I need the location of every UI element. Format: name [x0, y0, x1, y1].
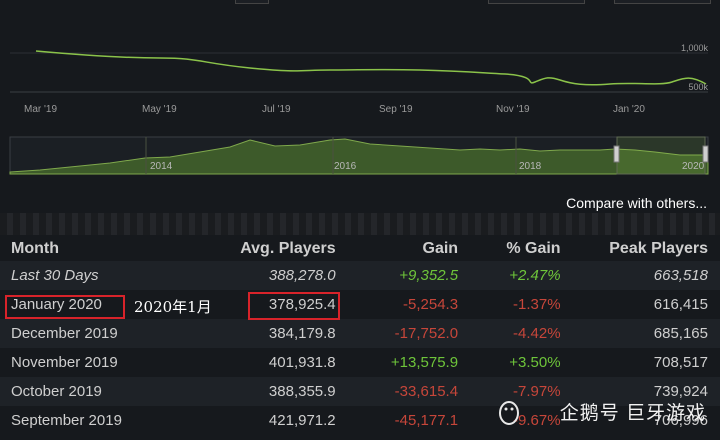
- compare-link[interactable]: Compare with others...: [566, 195, 707, 211]
- player-count-chart: 1,000k 500k Mar '19 May '19 Jul '19 Sep …: [0, 0, 720, 200]
- y-tick-label: 500k: [688, 82, 708, 92]
- cell-peak: 616,415: [653, 296, 708, 313]
- header-peak-players[interactable]: Peak Players: [561, 237, 720, 261]
- header-pct-gain[interactable]: % Gain: [458, 237, 560, 261]
- cell-avg: 378,925.4: [268, 296, 336, 313]
- x-tick-label: Mar '19: [24, 104, 58, 115]
- navigator-label: 2018: [519, 161, 542, 172]
- cell-pct: -4.42%: [513, 325, 561, 342]
- navigator-handle-left[interactable]: [613, 145, 620, 163]
- cell-avg: 388,278.0: [268, 267, 336, 284]
- table-row: January 2020 378,925.4 -5,254.3 -1.37% 6…: [0, 290, 720, 319]
- table-row: December 2019 384,179.8 -17,752.0 -4.42%…: [0, 319, 720, 348]
- y-tick-label: 1,000k: [680, 43, 708, 53]
- x-tick-label: May '19: [142, 104, 177, 115]
- cell-peak: 685,165: [653, 325, 708, 342]
- divider-band: [0, 213, 720, 235]
- table-row: Last 30 Days 388,278.0 +9,352.5 +2.47% 6…: [0, 261, 720, 290]
- x-tick-label: Sep '19: [379, 104, 413, 115]
- cell-avg: 421,971.2: [268, 412, 336, 429]
- table-row: November 2019 401,931.8 +13,575.9 +3.50%…: [0, 348, 720, 377]
- cell-month: September 2019: [11, 412, 122, 429]
- navigator-label: 2020: [682, 161, 705, 172]
- x-tick-label: Jul '19: [262, 104, 291, 115]
- cell-avg: 401,931.8: [268, 354, 336, 371]
- cell-avg: 388,355.9: [268, 383, 336, 400]
- cell-gain: -45,177.1: [394, 412, 459, 429]
- header-gain[interactable]: Gain: [336, 237, 459, 261]
- header-avg-players[interactable]: Avg. Players: [207, 237, 335, 261]
- cell-month: October 2019: [11, 383, 102, 400]
- x-tick-label: Jan '20: [613, 104, 645, 115]
- header-month[interactable]: Month: [0, 237, 207, 261]
- cell-gain: -33,615.4: [394, 383, 459, 400]
- cell-gain: -5,254.3: [403, 296, 459, 313]
- penguin-logo-icon: [499, 401, 519, 425]
- cell-pct: +2.47%: [509, 267, 561, 284]
- cell-month: December 2019: [11, 325, 118, 342]
- cell-pct: -1.37%: [513, 296, 561, 313]
- x-tick-label: Nov '19: [496, 104, 530, 115]
- navigator-label: 2014: [150, 161, 173, 172]
- cell-gain: -17,752.0: [394, 325, 459, 342]
- cell-peak: 663,518: [653, 267, 708, 284]
- annotation-label: 2020年1月: [134, 298, 212, 316]
- cell-pct: +3.50%: [509, 354, 561, 371]
- navigator-label: 2016: [334, 161, 357, 172]
- cell-month: Last 30 Days: [11, 267, 99, 284]
- cell-gain: +13,575.9: [390, 354, 459, 371]
- chart-svg: [9, 50, 709, 175]
- cell-month: November 2019: [11, 354, 118, 371]
- cell-gain: +9,352.5: [399, 267, 459, 284]
- cell-avg: 384,179.8: [268, 325, 336, 342]
- cell-peak: 708,517: [653, 354, 708, 371]
- navigator-handle-right[interactable]: [702, 145, 709, 163]
- table-header-row: Month Avg. Players Gain % Gain Peak Play…: [0, 237, 720, 261]
- player-line-series: [35, 50, 707, 86]
- watermark-text: 企鹅号 巨牙游戏: [559, 403, 706, 424]
